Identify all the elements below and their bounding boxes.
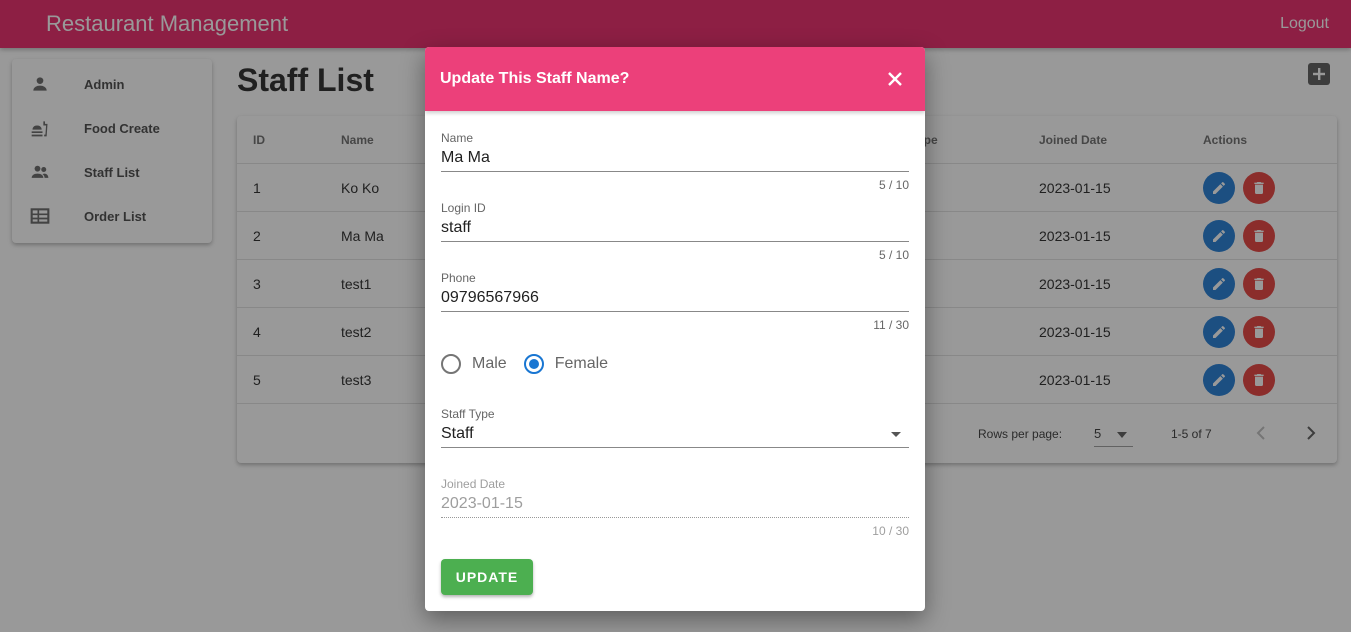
staff-type-select[interactable]: Staff Type Staff xyxy=(441,407,909,448)
staff-type-value: Staff xyxy=(441,425,474,442)
gender-radio-group: Male Female xyxy=(441,354,625,374)
phone-input[interactable]: 09796567966 xyxy=(441,289,909,312)
phone-counter: 11 / 30 xyxy=(873,318,909,332)
name-input[interactable]: Ma Ma xyxy=(441,149,909,172)
staff-type-label: Staff Type xyxy=(441,407,495,421)
name-counter: 5 / 10 xyxy=(878,178,909,192)
dialog-title: Update This Staff Name? xyxy=(440,70,630,87)
caret-down-icon xyxy=(891,432,901,437)
dialog-header: Update This Staff Name? xyxy=(425,47,925,111)
login-id-input[interactable]: staff xyxy=(441,219,909,242)
phone-label: Phone xyxy=(441,271,476,285)
joined-date-counter: 10 / 30 xyxy=(872,524,909,538)
login-id-label: Login ID xyxy=(441,201,486,215)
gender-option-female[interactable]: Female xyxy=(523,354,609,374)
close-button[interactable] xyxy=(883,67,907,91)
gender-option-label: Female xyxy=(554,355,609,372)
update-staff-dialog: Update This Staff Name? Name Ma Ma 5 / 1… xyxy=(425,47,925,611)
radio-unchecked-icon xyxy=(441,354,461,374)
login-id-field[interactable]: Login ID staff 5 / 10 xyxy=(441,201,909,262)
name-label: Name xyxy=(441,131,474,145)
name-field[interactable]: Name Ma Ma 5 / 10 xyxy=(441,131,909,192)
update-button[interactable]: UPDATE xyxy=(441,559,533,595)
login-id-counter: 5 / 10 xyxy=(878,248,909,262)
gender-option-label: Male xyxy=(472,355,507,372)
joined-date-field: Joined Date 2023-01-15 10 / 30 xyxy=(441,477,909,538)
joined-date-label: Joined Date xyxy=(441,477,506,491)
gender-option-male[interactable]: Male xyxy=(441,354,507,374)
radio-checked-icon xyxy=(523,354,544,374)
staff-type-value-wrap[interactable]: Staff xyxy=(441,425,909,448)
joined-date-input: 2023-01-15 xyxy=(441,495,909,518)
phone-field[interactable]: Phone 09796567966 11 / 30 xyxy=(441,271,909,332)
close-icon xyxy=(888,72,902,86)
